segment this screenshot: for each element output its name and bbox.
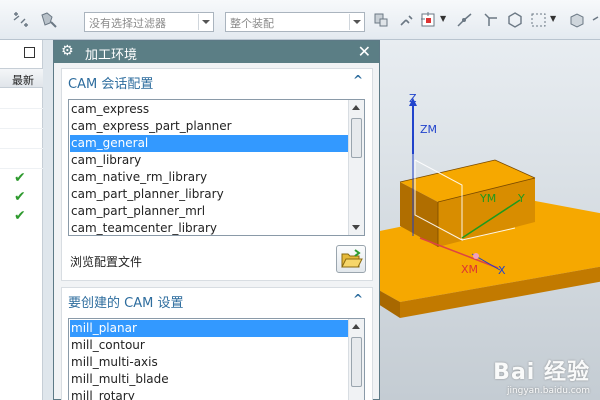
list-item[interactable]: cam_teamcenter_library	[70, 220, 348, 235]
snap-point-icon[interactable]	[12, 11, 30, 29]
cam-setup-section: 要创建的 CAM 设置 ^ mill_planar mill_contour m…	[61, 287, 373, 400]
assembly-tool-icon[interactable]	[372, 11, 390, 29]
snap-node-icon[interactable]	[482, 11, 500, 29]
type-filter-select[interactable]: 没有选择过滤器	[84, 12, 214, 32]
y-axis-label: Y	[517, 192, 525, 205]
scroll-down-icon[interactable]	[352, 225, 360, 230]
origin-marker	[473, 253, 479, 259]
browse-config-label: 浏览配置文件	[70, 255, 143, 269]
list-scrollbar[interactable]	[348, 319, 364, 400]
watermark-url: jingyan.baidu.com	[506, 386, 590, 396]
check-icon: ✔	[14, 208, 26, 224]
list-scrollbar[interactable]	[348, 100, 364, 235]
list-item[interactable]: mill_multi_blade	[70, 371, 348, 388]
hexagon-icon[interactable]	[506, 11, 524, 29]
gear-icon: ⚙	[61, 43, 74, 59]
browse-config-button[interactable]	[336, 245, 366, 273]
ym-axis-label: YM	[479, 192, 496, 205]
machining-environment-dialog: ⚙ 加工环境 ✕ CAM 会话配置 ^ cam_express cam_expr…	[53, 40, 380, 400]
operation-navigator-panel: 最新 ✔ ✔ ✔	[0, 40, 43, 400]
scroll-thumb[interactable]	[351, 118, 362, 158]
open-folder-icon	[341, 249, 363, 268]
baidu-watermark: Bai 经验 jingyan.baidu.com	[493, 354, 590, 396]
maximize-icon[interactable]	[24, 47, 35, 58]
chevron-down-icon	[198, 14, 212, 30]
xm-axis-label: XM	[461, 263, 478, 276]
list-item[interactable]: cam_part_planner_library	[70, 186, 348, 203]
collapse-caret-icon[interactable]: ^	[353, 292, 363, 306]
list-item[interactable]: mill_rotary	[70, 388, 348, 400]
list-item-selected[interactable]: mill_planar	[70, 320, 348, 337]
close-icon[interactable]: ✕	[358, 42, 371, 61]
list-item[interactable]: cam_express_part_planner	[70, 118, 348, 135]
list-item-selected[interactable]: cam_general	[70, 135, 348, 152]
chevron-down-icon[interactable]: ▼	[440, 14, 446, 23]
z-axis-label: Z	[409, 92, 417, 105]
part-model: Z ZM YM Y XM X	[380, 92, 600, 318]
list-item[interactable]: cam_part_planner_mrl	[70, 203, 348, 220]
top-toolbar: 没有选择过滤器 整个装配 ▼ ▼	[0, 0, 600, 40]
cam-setup-list[interactable]: mill_planar mill_contour mill_multi-axis…	[68, 318, 365, 400]
row-divider	[0, 168, 43, 169]
row-divider	[0, 108, 43, 109]
section-header[interactable]: 要创建的 CAM 设置 ^	[62, 288, 372, 312]
chevron-down-icon	[349, 14, 363, 30]
row-divider	[0, 128, 43, 129]
dialog-title: 加工环境	[85, 48, 138, 63]
list-item[interactable]: mill_contour	[70, 337, 348, 354]
filter-tool-icon[interactable]	[40, 11, 58, 29]
section-title: CAM 会话配置	[68, 77, 154, 92]
scroll-up-icon[interactable]	[352, 324, 360, 329]
collapse-caret-icon[interactable]: ^	[353, 73, 363, 87]
snap-endpoint-icon[interactable]	[420, 11, 438, 29]
box-select-icon[interactable]	[530, 11, 548, 29]
selection-scope-select[interactable]: 整个装配	[225, 12, 365, 32]
snap-midpoint-icon[interactable]	[456, 11, 474, 29]
scroll-thumb[interactable]	[351, 337, 362, 387]
dialog-title-bar[interactable]: ⚙ 加工环境 ✕	[54, 41, 379, 63]
point-snap-icon[interactable]	[398, 11, 416, 29]
x-axis-label: X	[498, 264, 506, 277]
zm-axis-label: ZM	[420, 123, 437, 136]
type-filter-value: 没有选择过滤器	[89, 17, 166, 30]
section-header[interactable]: CAM 会话配置 ^	[62, 69, 372, 93]
selection-scope-value: 整个装配	[230, 17, 274, 30]
scroll-up-icon[interactable]	[352, 105, 360, 110]
row-divider	[0, 148, 43, 149]
chevron-down-icon[interactable]: ▼	[550, 14, 556, 23]
graphics-viewport[interactable]: Z ZM YM Y XM X Bai 经验 jingyan.baidu.com	[380, 40, 600, 400]
check-icon: ✔	[14, 189, 26, 205]
watermark-brand: Bai 经验	[493, 360, 590, 385]
list-item[interactable]: mill_multi-axis	[70, 354, 348, 371]
section-title: 要创建的 CAM 设置	[68, 296, 184, 311]
more-tools-icon[interactable]	[590, 11, 600, 29]
list-item[interactable]: cam_express	[70, 101, 348, 118]
column-header-latest[interactable]: 最新	[0, 68, 43, 88]
cam-session-config-section: CAM 会话配置 ^ cam_express cam_express_part_…	[61, 68, 373, 281]
check-icon: ✔	[14, 170, 26, 186]
list-item[interactable]: cam_native_rm_library	[70, 169, 348, 186]
list-item[interactable]: cam_library	[70, 152, 348, 169]
solid-body-icon[interactable]	[568, 11, 586, 29]
session-config-list[interactable]: cam_express cam_express_part_planner cam…	[68, 99, 365, 236]
